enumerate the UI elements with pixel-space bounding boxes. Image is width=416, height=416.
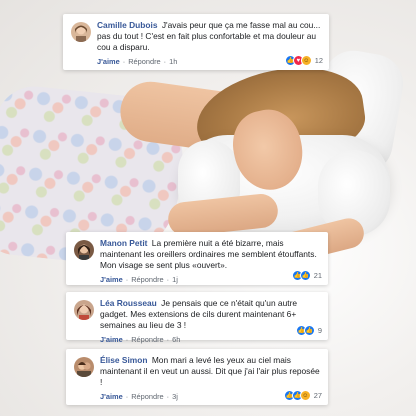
avatar[interactable]	[74, 300, 94, 320]
comment-actions: J'aime · Répondre · 1j	[100, 274, 178, 285]
avatar[interactable]	[74, 240, 94, 260]
comment-actions: J'aime · Répondre · 6h	[100, 334, 181, 345]
comment-author[interactable]: Camille Dubois	[97, 20, 158, 30]
comment-body: Léa Rousseau Je pensais que ce n'était q…	[100, 298, 320, 345]
reaction-summary[interactable]: 👍 👍 9	[295, 325, 322, 336]
like-reaction-icon: 👍	[299, 270, 311, 281]
comment-card: Élise Simon Mon mari a levé les yeux au …	[66, 349, 328, 405]
comment-body: Manon Petit La première nuit a été bizar…	[100, 238, 320, 285]
like-link[interactable]: J'aime	[100, 274, 123, 285]
reaction-summary[interactable]: 👍 👍 21	[291, 270, 322, 281]
reply-link[interactable]: Répondre	[128, 56, 160, 67]
reaction-count: 27	[313, 391, 322, 400]
reply-link[interactable]: Répondre	[131, 274, 163, 285]
comment-card: Camille Dubois J'avais peur que ça me fa…	[63, 14, 329, 70]
reaction-summary[interactable]: 👍 👍 ☺ 27	[283, 390, 322, 401]
reply-link[interactable]: Répondre	[131, 334, 163, 345]
comment-author[interactable]: Manon Petit	[100, 238, 147, 248]
reaction-count: 12	[314, 56, 323, 65]
avatar[interactable]	[74, 357, 94, 377]
comment-author[interactable]: Léa Rousseau	[100, 298, 157, 308]
like-link[interactable]: J'aime	[100, 391, 123, 402]
comment-card: Léa Rousseau Je pensais que ce n'était q…	[66, 292, 328, 344]
avatar[interactable]	[71, 22, 91, 42]
like-link[interactable]: J'aime	[97, 56, 120, 67]
reaction-count: 9	[317, 326, 322, 335]
reaction-count: 21	[313, 271, 322, 280]
comment-time: 6h	[172, 335, 181, 344]
reply-link[interactable]: Répondre	[131, 391, 163, 402]
like-link[interactable]: J'aime	[100, 334, 123, 345]
comment-time: 3j	[172, 392, 178, 401]
reaction-summary[interactable]: 👍 ♥ ☺ 12	[284, 55, 323, 66]
comment-time: 1h	[169, 57, 178, 66]
comment-author[interactable]: Élise Simon	[100, 355, 147, 365]
comment-time: 1j	[172, 275, 178, 284]
comment-card: Manon Petit La première nuit a été bizar…	[66, 232, 328, 285]
like-reaction-icon: 👍	[303, 325, 315, 336]
haha-reaction-icon: ☺	[300, 55, 312, 66]
haha-reaction-icon: ☺	[299, 390, 311, 401]
